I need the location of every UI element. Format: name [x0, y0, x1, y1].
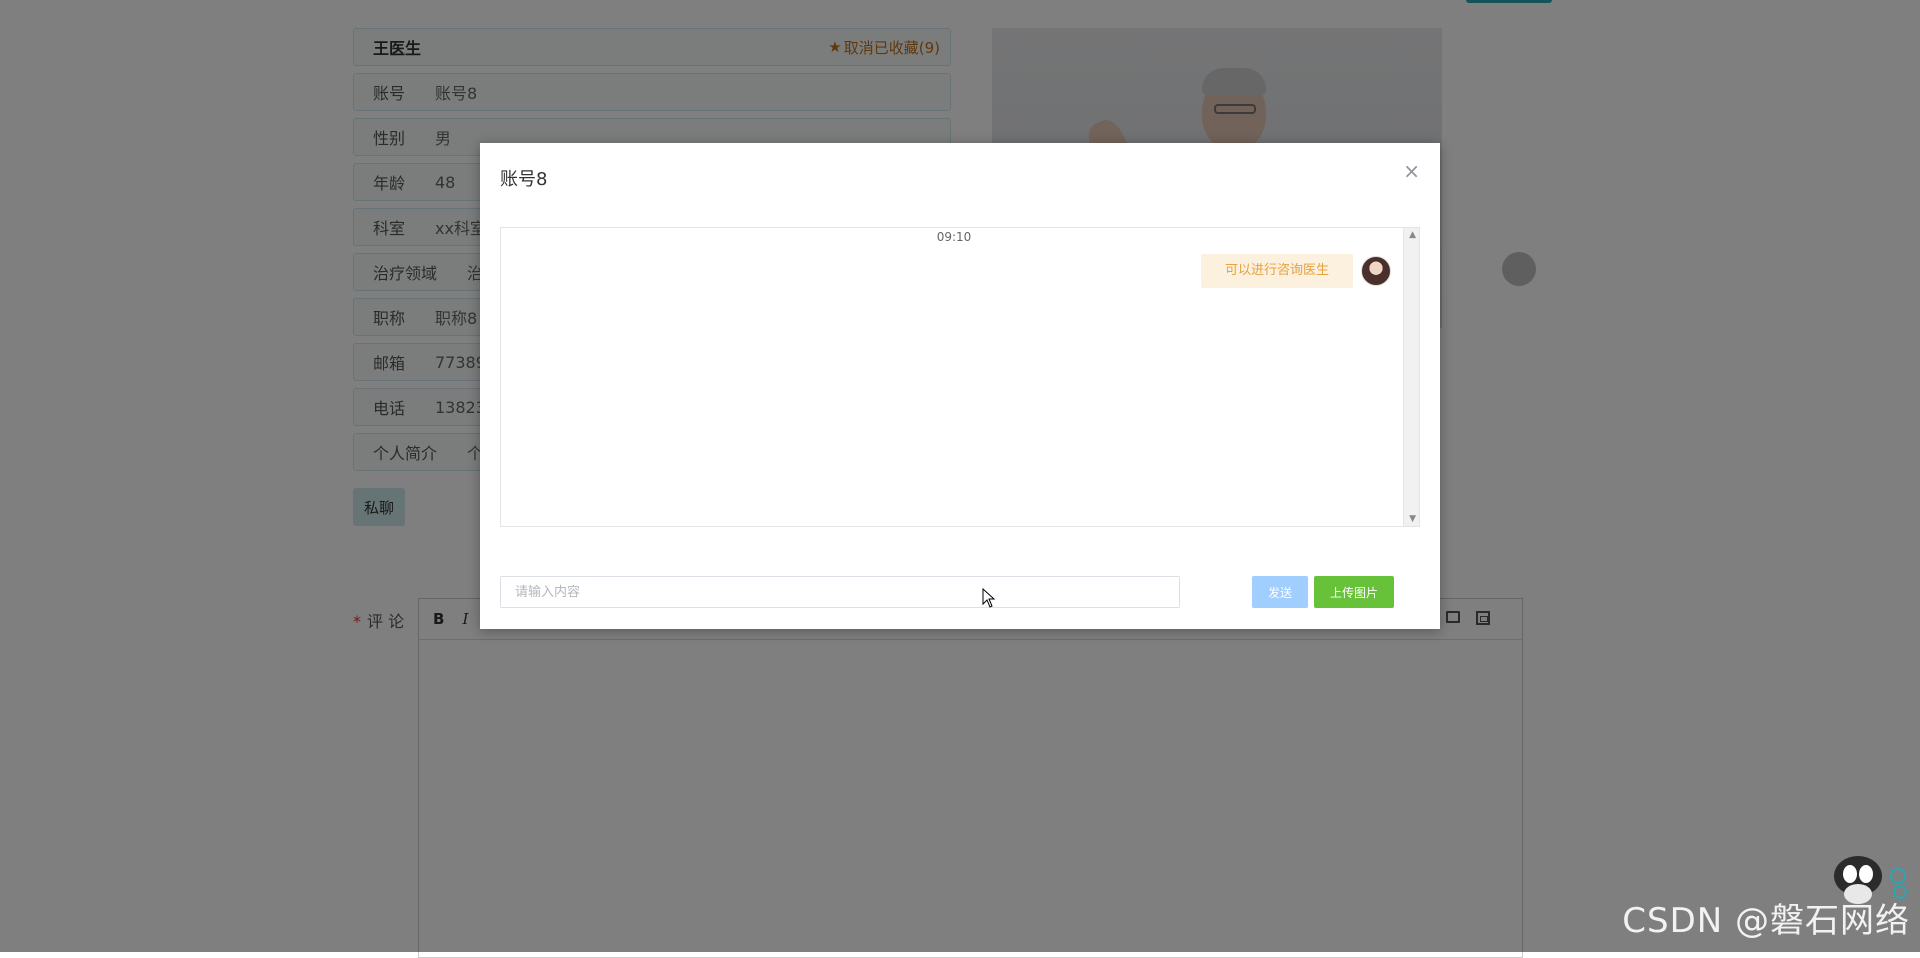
upload-image-button[interactable]: 上传图片 — [1314, 576, 1394, 608]
message-bubble: 可以进行咨询医生 — [1200, 254, 1353, 288]
dialog-title: 账号8 — [500, 169, 548, 190]
chat-dialog: 账号8 × 09:10 可以进行咨询医生 ▲ ▼ 发送 上传图片 — [480, 143, 1440, 629]
chat-message-area[interactable]: 09:10 可以进行咨询医生 ▲ ▼ — [500, 227, 1420, 527]
chat-scrollbar[interactable]: ▲ ▼ — [1403, 228, 1419, 526]
message-time: 09:10 — [936, 230, 972, 244]
avatar — [1361, 256, 1391, 286]
scroll-down-icon[interactable]: ▼ — [1409, 514, 1416, 524]
send-button[interactable]: 发送 — [1252, 576, 1308, 608]
message-input[interactable] — [500, 576, 1180, 608]
close-icon[interactable]: × — [1403, 161, 1420, 181]
scroll-up-icon[interactable]: ▲ — [1409, 230, 1416, 240]
watermark: CSDN @磐石网络 — [1622, 901, 1910, 941]
mouse-cursor-icon — [982, 588, 996, 608]
